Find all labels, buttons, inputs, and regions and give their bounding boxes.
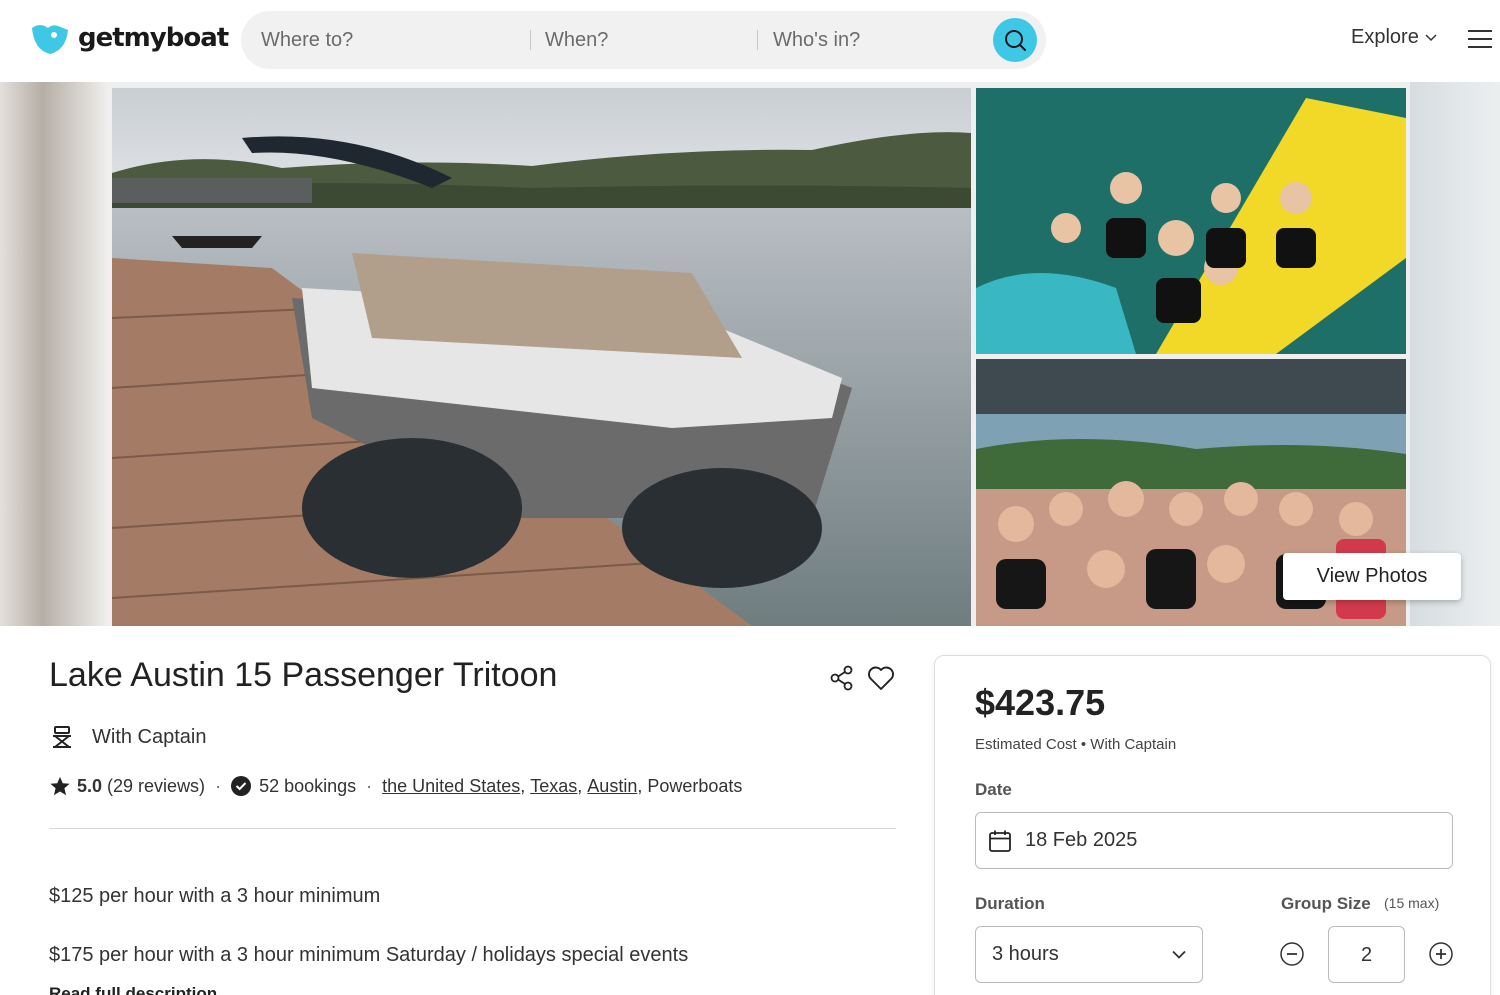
explore-menu[interactable]: Explore [1351, 26, 1437, 49]
explore-label: Explore [1351, 26, 1419, 48]
estimate-note: Estimated Cost • With Captain [975, 736, 1177, 753]
rating-value: 5.0 [77, 775, 103, 796]
separator-dot: · [215, 775, 222, 796]
listing-meta: 5.0 (29 reviews) · 52 bookings · the Uni… [49, 775, 742, 797]
duration-select[interactable]: 3 hours [975, 926, 1203, 983]
favorite-heart-icon[interactable] [867, 665, 895, 691]
plus-circle-icon [1429, 942, 1453, 966]
bookings-count: 52 bookings [259, 775, 357, 796]
hamburger-menu-icon[interactable] [1468, 30, 1492, 50]
description-line: $175 per hour with a 3 hour minimum Satu… [49, 944, 689, 966]
listing-title: Lake Austin 15 Passenger Tritoon [49, 656, 558, 694]
group-max-label: (15 max) [1384, 895, 1440, 911]
who-input[interactable]: Who's in? [773, 11, 860, 69]
search-divider [530, 30, 531, 50]
group-size-label: Group Size [1281, 894, 1371, 913]
breadcrumb-city[interactable]: Austin [587, 776, 637, 797]
star-icon [50, 776, 70, 796]
logo[interactable]: getmyboat [30, 20, 229, 56]
share-icon[interactable] [829, 665, 855, 691]
chevron-down-icon [1172, 950, 1186, 959]
category-label: Powerboats [647, 775, 743, 796]
captain-chair-icon [53, 726, 71, 748]
view-photos-button[interactable]: View Photos [1283, 553, 1461, 600]
duration-value: 3 hours [992, 943, 1059, 965]
decrement-button[interactable] [1280, 942, 1304, 966]
gallery-photo-float[interactable] [976, 88, 1406, 354]
chevron-down-icon [1425, 33, 1437, 41]
description-line: $125 per hour with a 3 hour minimum [49, 885, 381, 907]
search-bar: Where to? When? Who's in? [241, 11, 1046, 69]
calendar-icon [989, 830, 1011, 852]
logo-icon [30, 20, 70, 56]
search-divider [757, 30, 758, 50]
date-label: Date [975, 780, 1012, 799]
reviews-link[interactable]: (29 reviews) [107, 776, 205, 797]
group-size-input[interactable]: 2 [1328, 926, 1405, 983]
gallery-backdrop-right [1410, 82, 1500, 626]
search-button[interactable] [993, 18, 1037, 62]
captain-info: With Captain [49, 724, 207, 750]
booking-card: $423.75 Estimated Cost • With Captain Da… [934, 655, 1491, 995]
logo-wordmark: getmyboat [78, 23, 229, 53]
date-picker[interactable]: 18 Feb 2025 [975, 812, 1453, 869]
site-header: getmyboat Where to? When? Who's in? Expl… [0, 0, 1500, 82]
verified-check-icon [231, 776, 252, 796]
separator-dot: · [366, 775, 373, 796]
when-input[interactable]: When? [545, 11, 608, 69]
captain-label: With Captain [92, 725, 207, 748]
price: $423.75 [975, 682, 1106, 723]
date-value: 18 Feb 2025 [1025, 829, 1138, 851]
breadcrumb-state[interactable]: Texas [530, 776, 577, 797]
breadcrumb-country[interactable]: the United States [382, 776, 520, 797]
gallery-backdrop-left [0, 82, 107, 626]
where-input[interactable]: Where to? [261, 11, 353, 69]
divider [49, 828, 896, 829]
increment-button[interactable] [1429, 942, 1453, 966]
photo-gallery: View Photos [0, 82, 1500, 626]
duration-label: Duration [975, 894, 1045, 913]
minus-circle-icon [1280, 942, 1304, 966]
search-icon [1005, 30, 1026, 51]
read-more-link[interactable]: Read full description [49, 984, 217, 995]
main-photo[interactable] [112, 88, 971, 626]
